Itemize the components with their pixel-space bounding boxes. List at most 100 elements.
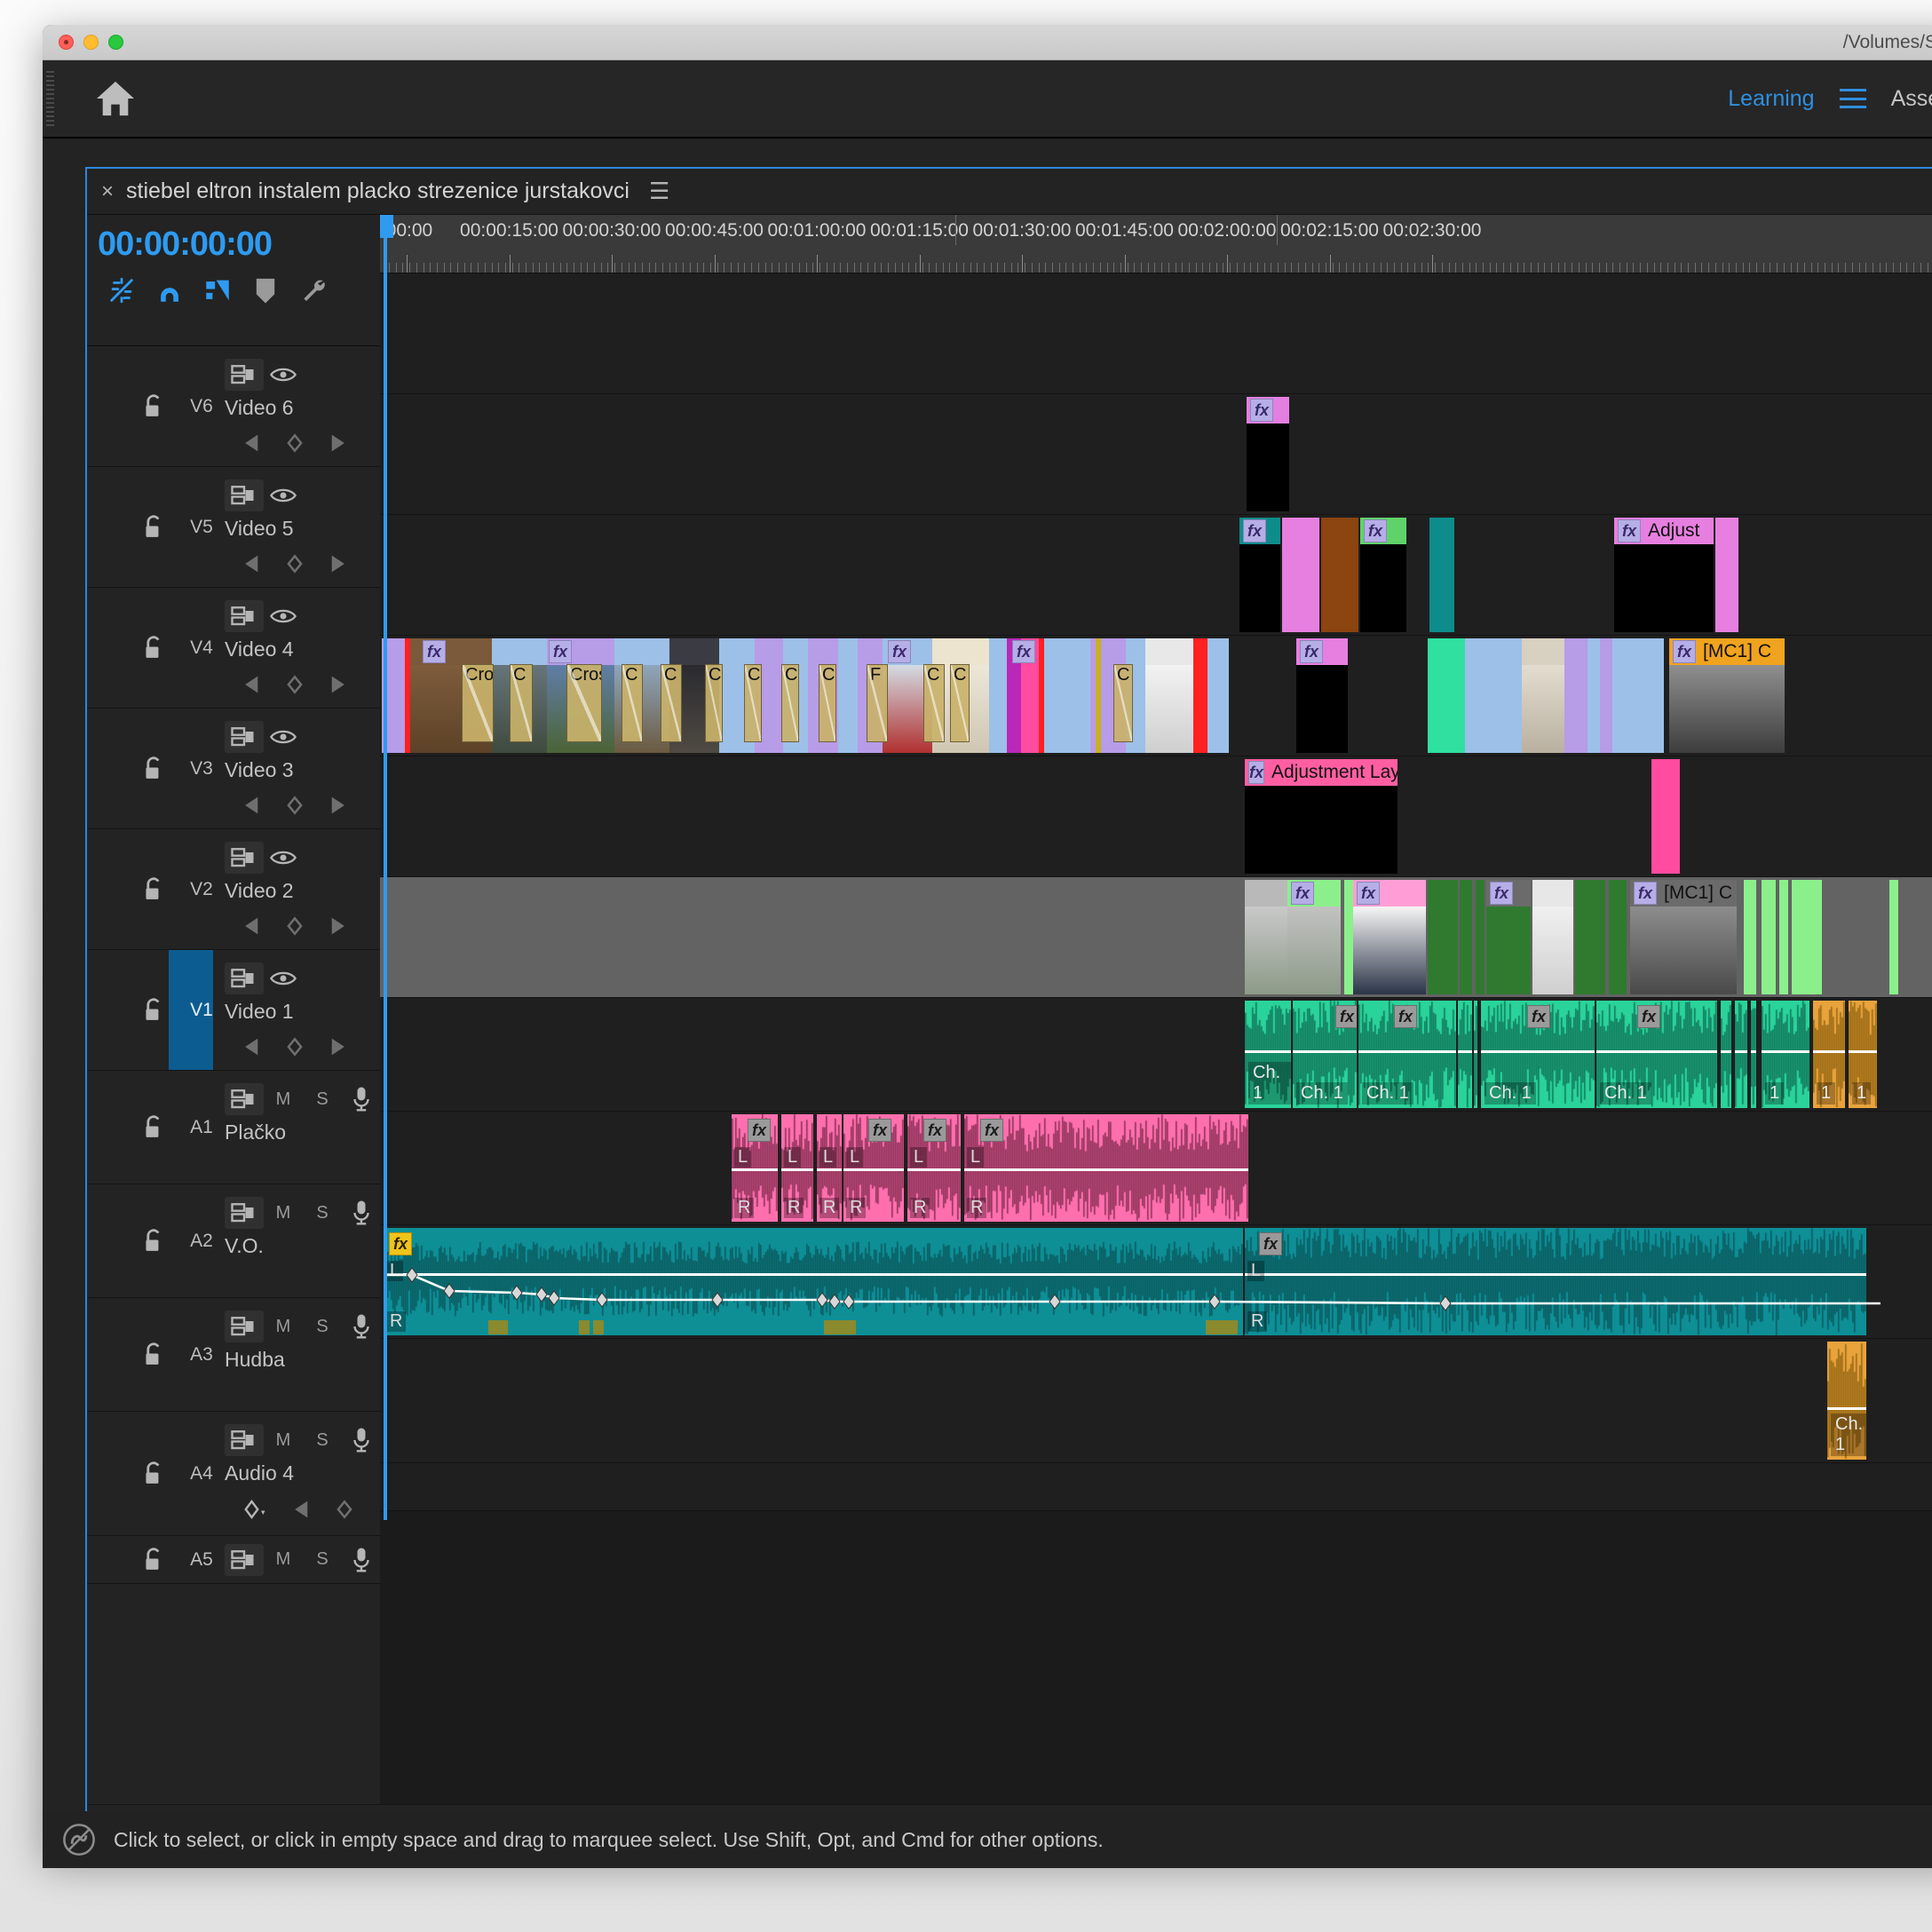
track-lock-icon-a3[interactable] xyxy=(142,1342,165,1367)
insert-overwrite-sync-lock-icon[interactable] xyxy=(98,270,146,311)
timeline-row-a2[interactable]: fx L R L R L Rfx L Rfx L Rfx L R xyxy=(380,1112,1932,1225)
track-mute-button-a1[interactable]: M xyxy=(264,1083,303,1115)
fx-badge-icon[interactable]: fx xyxy=(980,1119,1003,1142)
timeline-row-v2[interactable]: fx Adjustment Laye xyxy=(380,756,1932,877)
linked-selection-icon[interactable] xyxy=(194,270,242,311)
video-clip-v1-14[interactable] xyxy=(1779,880,1788,994)
audio-clip-a1-0[interactable]: Ch. 1 xyxy=(1245,1001,1291,1108)
voice-over-mic-icon[interactable] xyxy=(342,1424,381,1456)
kf-next-icon[interactable] xyxy=(328,796,347,815)
toggle-track-targeting-icon[interactable] xyxy=(225,1083,264,1115)
video-clip-v3b-8[interactable] xyxy=(1628,638,1664,753)
transition-clip[interactable]: F xyxy=(867,664,888,742)
audio-clip-a1-3[interactable] xyxy=(1458,1001,1472,1108)
track-header-v4[interactable]: V4 Video 4 xyxy=(87,588,380,709)
track-header-v6[interactable]: V6 Video 6 xyxy=(87,346,380,467)
track-name-v3[interactable]: Video 3 xyxy=(225,758,294,782)
video-clip-v4-a[interactable]: fx xyxy=(1239,518,1280,632)
transition-clip[interactable]: C xyxy=(705,664,723,742)
audio-clip-a3-2[interactable]: fx L R xyxy=(1245,1228,1866,1335)
timeline-row-a4[interactable]: Ch. 1 xyxy=(380,1339,1932,1463)
close-window-button[interactable] xyxy=(59,35,74,50)
video-clip-v3b-2[interactable] xyxy=(1483,638,1522,753)
timeline-row-v5[interactable]: fx xyxy=(380,394,1932,515)
timeline-row-v3[interactable]: fxfx[MC1] CfxfxfxfxCrosCCrosCCCCCCFCCC xyxy=(380,636,1932,756)
track-name-v6[interactable]: Video 6 xyxy=(225,396,294,420)
transition-clip[interactable]: C xyxy=(622,664,643,742)
fx-badge-icon[interactable]: fx xyxy=(1248,761,1265,784)
toggle-track-targeting-icon[interactable] xyxy=(225,962,264,994)
track-solo-button-a4[interactable]: S xyxy=(303,1424,342,1456)
toggle-track-targeting-icon[interactable] xyxy=(225,1197,264,1229)
track-lock-icon-a4[interactable] xyxy=(142,1461,165,1486)
fx-badge-icon[interactable]: fx xyxy=(1243,519,1266,542)
video-clip-v1-16[interactable] xyxy=(1889,880,1898,994)
timeline-settings-wrench-icon[interactable] xyxy=(289,270,337,311)
toggle-track-targeting-icon[interactable] xyxy=(225,600,264,632)
video-clip-v1-9[interactable] xyxy=(1575,880,1605,994)
track-header-v5[interactable]: V5 Video 5 xyxy=(87,467,380,588)
toggle-track-output-eye-icon[interactable] xyxy=(264,600,303,632)
workspace-assembly-tab[interactable]: Assem xyxy=(1875,86,1932,112)
home-icon[interactable] xyxy=(91,75,139,123)
toggle-track-targeting-icon[interactable] xyxy=(225,1310,264,1342)
minimize-window-button[interactable] xyxy=(83,35,99,50)
audio-clip-marker[interactable] xyxy=(579,1320,590,1334)
audio-clip-marker[interactable] xyxy=(488,1320,508,1334)
fx-badge-icon[interactable]: fx xyxy=(1012,640,1035,663)
transition-clip[interactable]: Cros xyxy=(566,664,602,742)
audio-clip-a1-6[interactable]: fx Ch. 1 xyxy=(1596,1001,1717,1108)
voice-over-mic-icon[interactable] xyxy=(342,1083,381,1115)
track-solo-button-a1[interactable]: S xyxy=(303,1083,342,1115)
audio-clip-a2-4[interactable]: fx L R xyxy=(907,1114,961,1222)
transition-clip[interactable]: C xyxy=(661,664,682,742)
kf-next-icon[interactable] xyxy=(328,675,347,694)
fx-badge-icon[interactable]: fx xyxy=(748,1119,771,1142)
track-lock-icon-a2[interactable] xyxy=(142,1228,165,1254)
video-clip-v4-e[interactable] xyxy=(1429,518,1454,632)
timeline-row-v4[interactable]: fx fx fx Adjust xyxy=(380,515,1932,636)
fx-badge-icon[interactable]: fx xyxy=(1618,519,1641,542)
audio-clip-a1-8[interactable] xyxy=(1735,1001,1747,1108)
fx-badge-icon[interactable]: fx xyxy=(1394,1005,1417,1028)
kf-next-icon[interactable] xyxy=(328,433,347,453)
fx-badge-icon[interactable]: fx xyxy=(1291,882,1314,905)
fx-badge-icon[interactable]: fx xyxy=(1300,640,1323,663)
video-clip-v1-6[interactable] xyxy=(1476,880,1485,994)
fx-badge-icon[interactable]: fx xyxy=(1357,882,1380,905)
transition-clip[interactable]: C xyxy=(781,664,799,742)
video-clip-v3-19[interactable] xyxy=(1044,638,1090,753)
track-lock-icon-v4[interactable] xyxy=(142,635,165,661)
kf-add-icon[interactable] xyxy=(335,1500,354,1519)
audio-clip-a1-1[interactable]: fx Ch. 1 xyxy=(1293,1001,1357,1108)
timeline-row-v6[interactable] xyxy=(380,273,1932,394)
kf-prev-icon[interactable] xyxy=(242,796,262,815)
audio-clip-a2-3[interactable]: fx L R xyxy=(843,1114,904,1222)
video-clip-v1-0[interactable] xyxy=(1245,880,1287,994)
toggle-track-output-eye-icon[interactable] xyxy=(264,359,303,391)
audio-clip-marker[interactable] xyxy=(1206,1320,1238,1334)
audio-clip-a2-1[interactable]: LR xyxy=(781,1114,813,1222)
video-clip-v3-mc1[interactable]: fx [MC1] C xyxy=(1669,638,1785,753)
video-clip-v4-d[interactable]: fx xyxy=(1360,518,1406,632)
transition-clip[interactable]: C xyxy=(1113,664,1133,742)
playhead-knob[interactable] xyxy=(380,215,393,238)
toggle-track-targeting-icon[interactable] xyxy=(225,359,264,391)
kf-next-icon[interactable] xyxy=(328,554,347,574)
track-solo-button-a3[interactable]: S xyxy=(303,1310,342,1342)
fx-badge-icon[interactable]: fx xyxy=(1673,640,1696,663)
toggle-track-targeting-icon[interactable] xyxy=(225,1424,264,1456)
track-lock-icon-a5[interactable] xyxy=(142,1547,165,1572)
video-clip-v3b-6[interactable] xyxy=(1600,638,1612,753)
video-clip-v3-25[interactable] xyxy=(1096,638,1101,753)
timeline-row-a1[interactable]: Ch. 1 fx Ch. 1 fx Ch. 1 fx Ch. 1 fx Ch. 1111 xyxy=(380,998,1932,1112)
video-clip-v1-4[interactable] xyxy=(1428,880,1458,994)
track-lock-icon-v6[interactable] xyxy=(142,393,165,419)
kf-prev-icon[interactable] xyxy=(242,554,262,574)
video-clip-v3-15[interactable] xyxy=(989,638,1007,753)
timeline-row-a5[interactable] xyxy=(380,1463,1932,1511)
video-clip-v1-8[interactable] xyxy=(1532,880,1573,994)
kf-add-icon[interactable] xyxy=(285,554,305,574)
track-lock-icon-v3[interactable] xyxy=(142,756,165,781)
playhead[interactable] xyxy=(380,215,393,1520)
